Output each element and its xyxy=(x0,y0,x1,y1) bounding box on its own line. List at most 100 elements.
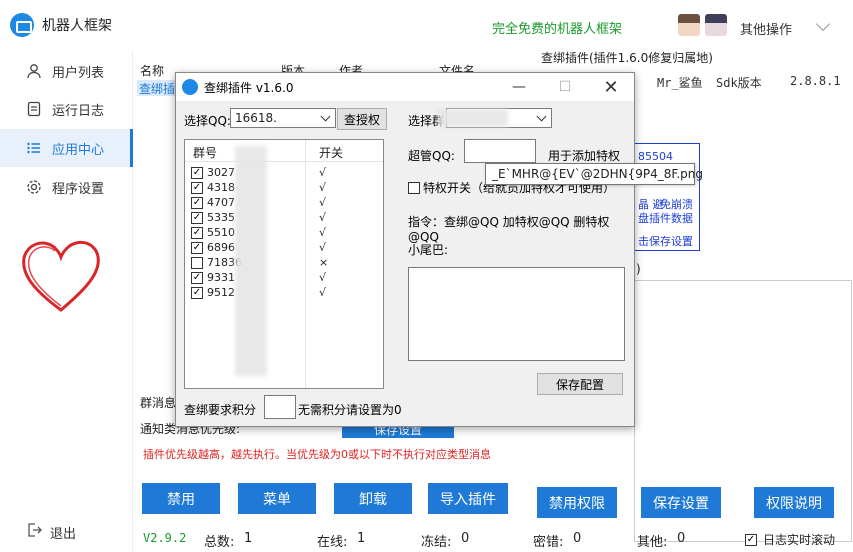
sidebar-item-label: 程序设置 xyxy=(52,181,105,197)
group-switch: √ xyxy=(319,286,327,299)
checkbox[interactable]: ✓ xyxy=(191,212,203,224)
list-item[interactable]: ✓ 5510 √ xyxy=(185,226,383,241)
sidebar-item-label: 运行日志 xyxy=(52,103,105,119)
app-title: 机器人框架 xyxy=(42,18,112,34)
super-qq-label: 超管QQ: xyxy=(408,149,455,163)
group-switch: √ xyxy=(319,181,327,194)
group-id: 6896 xyxy=(207,241,235,254)
checkbox[interactable] xyxy=(408,181,420,194)
list-item[interactable]: ✓ 4318 √ xyxy=(185,181,383,196)
checkbox[interactable]: ✓ xyxy=(191,227,203,239)
other-label: 其他: xyxy=(637,535,668,550)
dialog-title: 查绑插件 v1.6.0 xyxy=(204,81,294,95)
dialog-titlebar[interactable]: 查绑插件 v1.6.0 — ☐ ✕ xyxy=(176,73,634,101)
description-line: 击保存设置 xyxy=(638,235,693,248)
list-item[interactable]: ✓ 6896 √ xyxy=(185,241,383,256)
checkbox[interactable]: ✓ xyxy=(191,272,203,284)
sidebar: 用户列表 运行日志 应用中心 程序设置 退出 xyxy=(0,50,133,552)
other-value: 0 xyxy=(677,531,686,546)
checkbox[interactable] xyxy=(191,257,203,269)
document-icon xyxy=(26,101,42,117)
sdk-version: 2.8.8.1 xyxy=(790,74,841,88)
super-qq-hint: 用于添加特权 xyxy=(548,149,621,163)
list-item[interactable]: 71836 × xyxy=(185,256,383,271)
plugin-config-dialog: 查绑插件 v1.6.0 — ☐ ✕ 选择QQ: 16618. 查授权 选择群 群… xyxy=(175,72,635,427)
save-settings-right-button[interactable]: 保存设置 xyxy=(641,487,721,518)
sdk-label: Sdk版本 xyxy=(716,76,762,90)
sidebar-item-users[interactable]: 用户列表 xyxy=(0,52,133,90)
gear-icon xyxy=(26,179,42,195)
qq-select[interactable]: 16618. xyxy=(230,108,336,128)
checkbox[interactable]: ✓ xyxy=(191,197,203,209)
password-error-value: 0 xyxy=(573,531,582,546)
frozen-label: 冻结: xyxy=(421,535,452,550)
group-switch: √ xyxy=(319,271,327,284)
permission-help-button[interactable]: 权限说明 xyxy=(754,487,834,518)
robot-logo-icon xyxy=(10,13,34,37)
sidebar-item-app-center[interactable]: 应用中心 xyxy=(0,129,133,167)
logout-label: 退出 xyxy=(50,526,77,542)
group-id: 3027 xyxy=(207,166,235,179)
checkbox[interactable]: ✓ xyxy=(191,182,203,194)
minimize-icon[interactable]: — xyxy=(496,73,542,101)
app-header: 机器人框架 完全免费的机器人框架 其他操作 xyxy=(0,0,853,50)
checkbox[interactable]: ✓ xyxy=(191,242,203,254)
other-ops-menu[interactable]: 其他操作 xyxy=(740,19,792,38)
group-id: 9512 xyxy=(207,286,235,299)
disable-button[interactable]: 禁用 xyxy=(142,483,220,514)
chevron-down-icon xyxy=(320,111,331,122)
list-item[interactable]: ✓ 9331 √ xyxy=(185,271,383,286)
list-item[interactable]: ✓ 3027 √ xyxy=(185,166,383,181)
app-slogan: 完全免费的机器人框架 xyxy=(492,22,623,37)
sidebar-item-label: 应用中心 xyxy=(52,142,105,158)
description-line: 85504 xyxy=(638,150,673,163)
sidebar-item-label: 用户列表 xyxy=(52,65,105,81)
password-error-label: 密错: xyxy=(533,535,564,550)
table-row[interactable]: 查绑插 xyxy=(137,80,177,96)
list-item[interactable]: ✓ 9512 √ xyxy=(185,286,383,301)
select-qq-label: 选择QQ: xyxy=(184,114,231,128)
sidebar-item-logs[interactable]: 运行日志 xyxy=(0,90,133,128)
close-icon[interactable]: ✕ xyxy=(588,73,634,101)
status-bar: V2.9.2 总数: 1 在线: 1 冻结: 0 密错: 0 其他: 0 xyxy=(137,526,853,552)
group-list[interactable]: 群号 开关 ✓ 3027 √ ✓ 4318 √ ✓ 4707 √ ✓ 5335 √ ✓ 5510 √ ✓ 689… xyxy=(184,139,384,389)
online-label: 在线: xyxy=(317,535,348,550)
redaction-blur xyxy=(235,146,267,376)
chevron-down-icon[interactable] xyxy=(815,16,831,32)
qq-select-value: 16618. xyxy=(235,111,277,125)
group-id: 4707 xyxy=(207,196,235,209)
group-msg-label: 群消息 xyxy=(140,396,177,410)
points-input[interactable] xyxy=(264,395,296,419)
disable-permission-button[interactable]: 禁用权限 xyxy=(537,487,617,518)
avatar[interactable] xyxy=(705,14,727,36)
avatar[interactable] xyxy=(678,14,700,36)
column-header: 名称 xyxy=(140,64,165,78)
checkbox[interactable]: ✓ xyxy=(191,287,203,299)
menu-button[interactable]: 菜单 xyxy=(238,483,316,514)
check-auth-button[interactable]: 查授权 xyxy=(337,108,387,130)
points-hint: 无需积分请设置为0 xyxy=(298,403,402,417)
import-plugin-button[interactable]: 导入插件 xyxy=(428,483,508,514)
save-config-button[interactable]: 保存配置 xyxy=(537,373,623,395)
list-item[interactable]: ✓ 5335 √ xyxy=(185,211,383,226)
chevron-down-icon xyxy=(536,111,547,122)
sidebar-item-settings[interactable]: 程序设置 xyxy=(0,168,133,206)
group-id: 4318 xyxy=(207,181,235,194)
list-item[interactable]: ✓ 4707 √ xyxy=(185,196,383,211)
group-switch: √ xyxy=(319,196,327,209)
maximize-icon[interactable]: ☐ xyxy=(542,73,588,101)
group-id: 5510 xyxy=(207,226,235,239)
command-help: 指令：查绑@QQ 加特权@QQ 删特权@QQ xyxy=(408,215,610,244)
checkbox[interactable]: ✓ xyxy=(191,167,203,179)
super-qq-input[interactable] xyxy=(464,139,536,163)
plugin-info-title: 查绑插件(插件1.6.0修复归属地) xyxy=(541,51,713,65)
group-list-header: 群号 开关 xyxy=(185,140,383,162)
uninstall-button[interactable]: 卸载 xyxy=(334,483,412,514)
robot-logo-icon xyxy=(182,79,198,95)
heart-decoration-icon xyxy=(22,240,100,312)
group-id: 9331 xyxy=(207,271,235,284)
logout-button[interactable]: 退出 xyxy=(26,522,76,542)
logout-icon xyxy=(26,522,42,542)
tail-textarea[interactable] xyxy=(408,267,625,361)
save-settings-button[interactable]: 保存设置 xyxy=(342,426,454,438)
